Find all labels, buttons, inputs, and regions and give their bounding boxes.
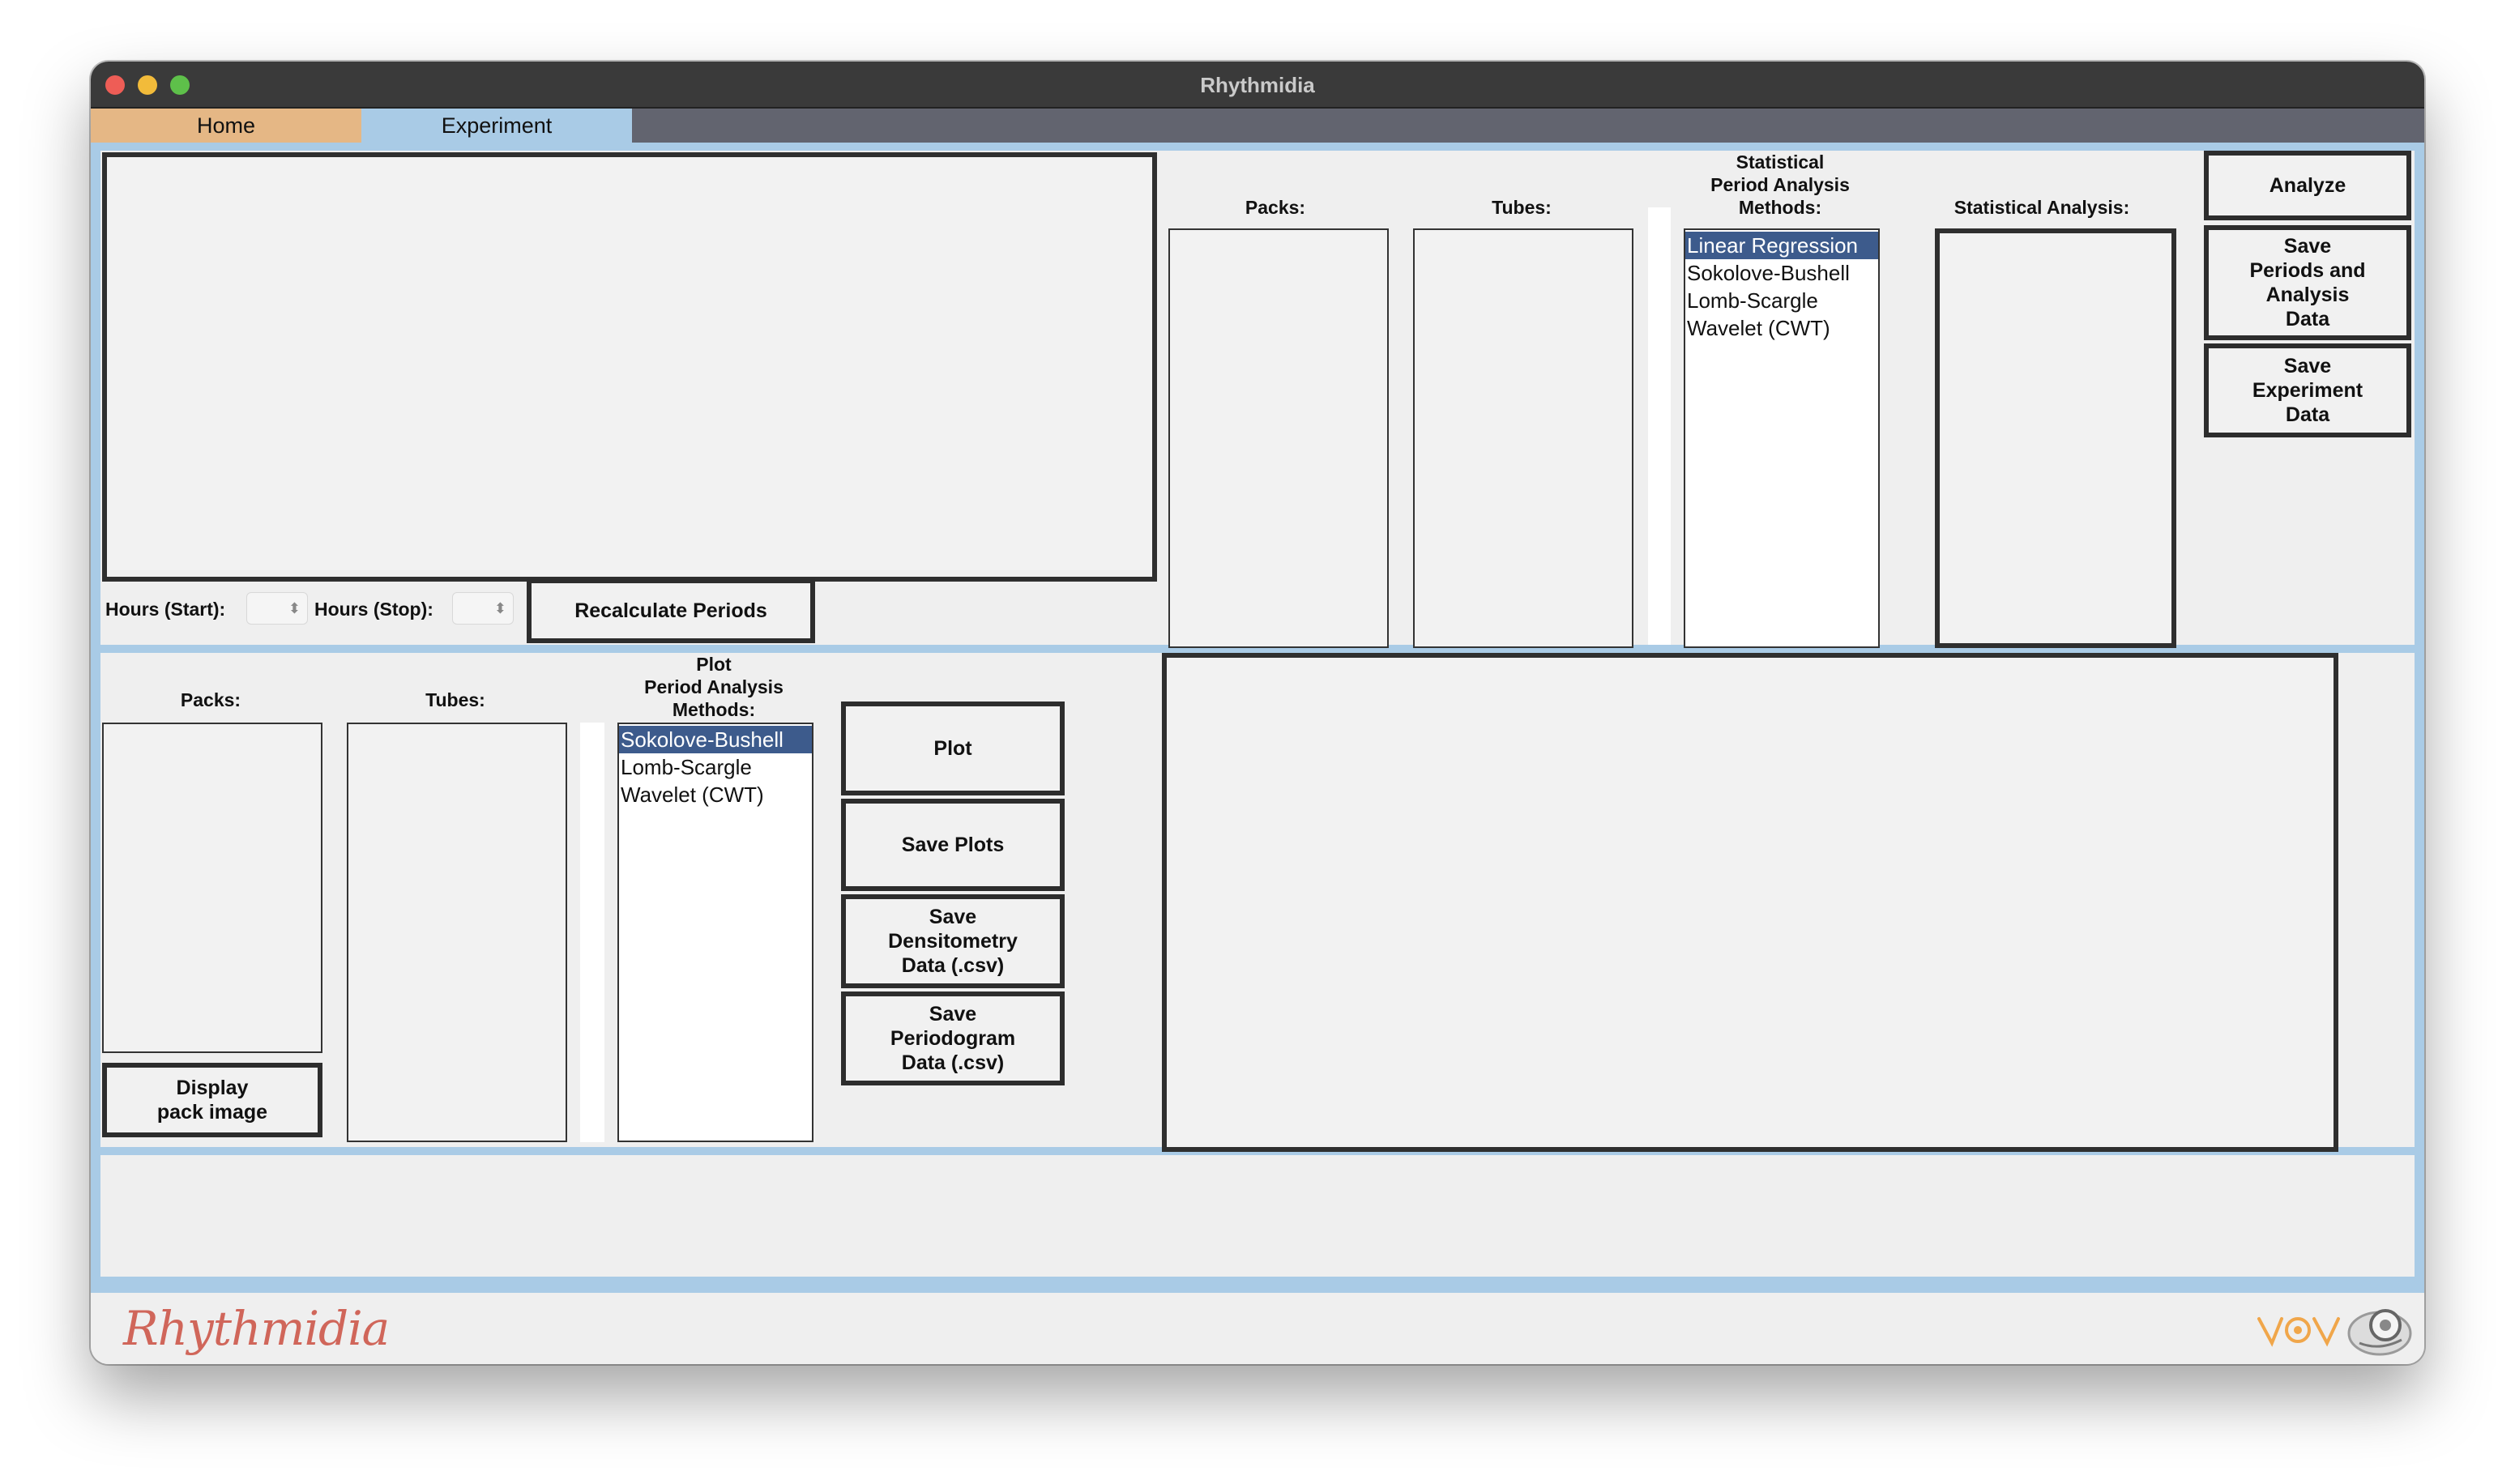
stepper-icon: ⬍ <box>493 600 506 616</box>
window-title: Rhythmidia <box>1200 73 1315 97</box>
stat-methods-label-line: Methods: <box>1738 197 1822 218</box>
tab-experiment[interactable]: Experiment <box>361 109 632 143</box>
tubes-list[interactable] <box>1413 228 1633 648</box>
save-plots-button[interactable]: Save Plots <box>841 799 1065 891</box>
plot-methods-label-line: Plot <box>696 654 732 675</box>
list-item[interactable]: Lomb-Scargle <box>619 753 812 781</box>
stat-methods-list[interactable]: Linear Regression Sokolove-Bushell Lomb-… <box>1684 228 1880 648</box>
save-experiment-label-line: Save <box>2283 355 2332 377</box>
list-item[interactable]: Sokolove-Bushell <box>1685 259 1878 287</box>
plot-button[interactable]: Plot <box>841 701 1065 795</box>
save-periods-label-line: Periods and <box>2249 259 2366 282</box>
save-periods-label-line: Data <box>2285 308 2330 330</box>
list-item[interactable]: Wavelet (CWT) <box>1685 314 1878 342</box>
tab-bar: Home Experiment <box>91 109 2424 143</box>
rhythmidia-logo: Rhythmidia <box>123 1301 390 1356</box>
save-densitometry-label-line: Save <box>929 906 977 928</box>
app-window: Rhythmidia Home Experiment Hours (Start)… <box>91 62 2424 1364</box>
list-item[interactable]: Linear Regression <box>1685 232 1878 259</box>
list-item[interactable]: Wavelet (CWT) <box>619 781 812 808</box>
save-plots-label: Save Plots <box>901 834 1005 856</box>
save-experiment-label-line: Data <box>2285 403 2330 426</box>
save-experiment-label-line: Experiment <box>2252 379 2363 402</box>
institution-seal-icon <box>2347 1309 2412 1356</box>
stat-methods-label: Statistical Period Analysis Methods: <box>1682 151 1878 219</box>
stat-methods-label-line: Period Analysis <box>1710 174 1850 195</box>
plotting-panel: Packs: Display pack image Tubes: Plot Pe… <box>100 653 1159 1147</box>
analyze-label: Analyze <box>2269 174 2346 197</box>
save-periodogram-label-line: Data (.csv) <box>901 1051 1005 1074</box>
save-periodogram-button[interactable]: Save Periodogram Data (.csv) <box>841 991 1065 1085</box>
packs-label: Packs: <box>1245 197 1306 218</box>
display-pack-label-line: pack image <box>156 1101 268 1124</box>
stat-analysis-label: Statistical Analysis: <box>1954 197 2130 218</box>
analysis-panel: Packs: Tubes: Statistical Period Analysi… <box>1159 151 2415 648</box>
tubes-label: Tubes: <box>1492 197 1552 218</box>
hours-start-spinbox[interactable]: ⬍ <box>246 592 308 625</box>
save-periodogram-label-line: Save <box>929 1003 977 1026</box>
stat-analysis-output <box>1935 228 2176 648</box>
plot-methods-label-line: Methods: <box>672 699 756 720</box>
save-periods-label-line: Save <box>2283 235 2332 258</box>
hours-start-label: Hours (Start): <box>105 599 226 620</box>
hours-stop-label: Hours (Stop): <box>314 599 433 620</box>
status-area <box>100 1155 2415 1277</box>
save-periods-label-line: Analysis <box>2265 284 2350 306</box>
save-periods-button[interactable]: Save Periods and Analysis Data <box>2204 225 2411 340</box>
divider <box>580 723 604 1142</box>
recalculate-periods-button[interactable]: Recalculate Periods <box>527 578 815 643</box>
list-item[interactable]: Lomb-Scargle <box>1685 287 1878 314</box>
divider <box>1648 207 1671 645</box>
plot-tubes-list[interactable] <box>347 723 567 1142</box>
packs-list[interactable] <box>1168 228 1389 648</box>
experiment-tab-content: Hours (Start): ⬍ Hours (Stop): ⬍ Recalcu… <box>91 143 2424 1293</box>
save-densitometry-label-line: Data (.csv) <box>901 954 1005 977</box>
save-densitometry-button[interactable]: Save Densitometry Data (.csv) <box>841 894 1065 988</box>
plot-methods-label: Plot Period Analysis Methods: <box>616 653 812 721</box>
recalculate-periods-label: Recalculate Periods <box>574 599 767 622</box>
save-densitometry-label-line: Densitometry <box>888 930 1018 953</box>
save-experiment-button[interactable]: Save Experiment Data <box>2204 343 2411 437</box>
hours-stop-spinbox[interactable]: ⬍ <box>452 592 514 625</box>
display-pack-image-button[interactable]: Display pack image <box>102 1063 322 1137</box>
pack-image-canvas <box>102 152 1157 582</box>
lab-logo-icon <box>2257 1317 2340 1347</box>
list-item[interactable]: Sokolove-Bushell <box>619 726 812 753</box>
analyze-button[interactable]: Analyze <box>2204 151 2411 220</box>
plot-packs-list[interactable] <box>102 723 322 1053</box>
plot-area-panel <box>1159 653 2415 1152</box>
save-periodogram-label-line: Periodogram <box>890 1027 1016 1050</box>
plot-methods-list[interactable]: Sokolove-Bushell Lomb-Scargle Wavelet (C… <box>617 723 813 1142</box>
stepper-icon: ⬍ <box>288 600 301 616</box>
plot-packs-label: Packs: <box>180 689 241 710</box>
plot-tubes-label: Tubes: <box>425 689 485 710</box>
pack-image-panel: Hours (Start): ⬍ Hours (Stop): ⬍ Recalcu… <box>100 151 1159 645</box>
tab-home[interactable]: Home <box>91 109 361 143</box>
footer: Rhythmidia <box>91 1293 2424 1364</box>
title-bar: Rhythmidia <box>91 62 2424 109</box>
plot-methods-label-line: Period Analysis <box>644 676 784 697</box>
display-pack-label-line: Display <box>176 1077 249 1099</box>
stat-methods-label-line: Statistical <box>1736 151 1825 173</box>
plot-canvas <box>1162 653 2338 1152</box>
plot-label: Plot <box>933 737 972 760</box>
